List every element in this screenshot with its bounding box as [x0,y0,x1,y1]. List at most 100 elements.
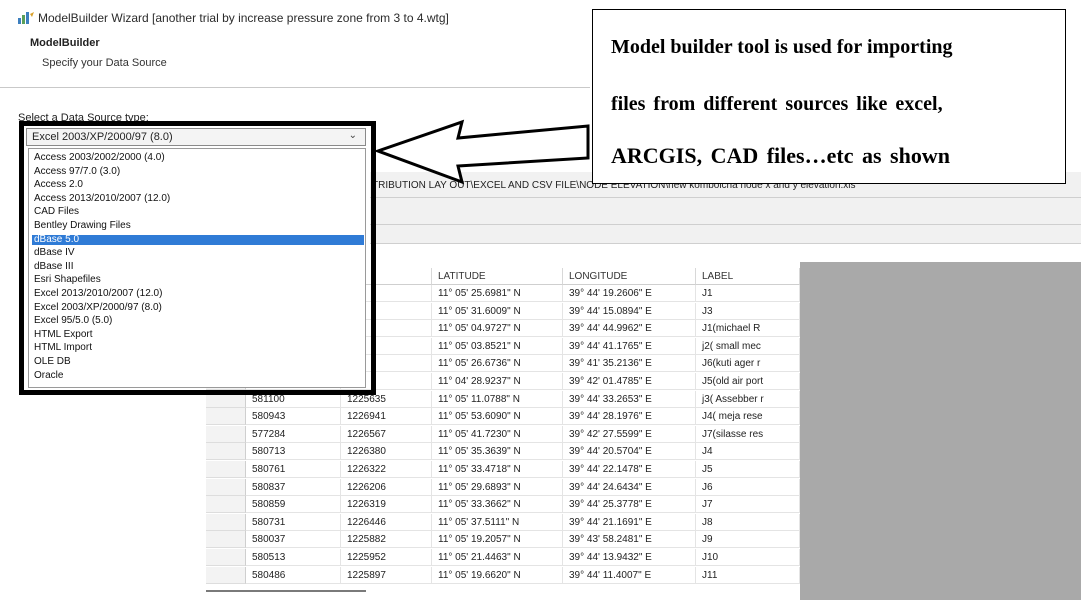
table-cell-lat[interactable]: 11° 05' 04.9727" N [432,320,563,338]
table-cell-lat[interactable]: 11° 04' 28.9237" N [432,373,563,390]
column-header-latitude[interactable]: LATITUDE [432,268,563,285]
table-cell-lat[interactable]: 11° 05' 26.6736" N [432,355,563,373]
table-cell-label[interactable]: J6 [696,478,800,496]
table-cell-lat[interactable]: 11° 05' 31.6009" N [432,302,563,320]
table-cell-lat[interactable]: 11° 05' 25.6981" N [432,285,563,302]
table-cell-lat[interactable]: 11° 05' 33.3662" N [432,496,563,514]
table-cell-lat[interactable]: 11° 05' 19.6620" N [432,566,563,584]
table-cell-lon[interactable]: 39° 44' 21.1691" E [563,513,696,531]
table-cell-label[interactable]: J3 [696,302,800,320]
table-cell-lon[interactable]: 39° 44' 11.4007" E [563,566,696,584]
table-cell-label[interactable]: j2( small mec [696,337,800,355]
table-cell-lon[interactable]: 39° 44' 22.1478" E [563,461,696,478]
table-cell-label[interactable]: J1 [696,285,800,302]
table-cell-label[interactable]: J1(michael R [696,320,800,338]
table-cell-lon[interactable]: 39° 43' 58.2481" E [563,531,696,549]
row-header[interactable] [206,549,246,566]
table-cell-lat[interactable]: 11° 05' 03.8521" N [432,337,563,355]
window-title: ModelBuilder Wizard [another trial by in… [18,11,449,25]
callout-line-2: files from different sources like excel, [611,93,943,115]
table-cell-label[interactable]: J10 [696,549,800,566]
table-cell-y[interactable]: 1226941 [341,408,432,426]
table-cell-lat[interactable]: 11° 05' 19.2057" N [432,531,563,549]
table-cell-label[interactable]: J5 [696,461,800,478]
table-cell-y[interactable]: 1226322 [341,461,432,478]
wizard-subheading: Specify your Data Source [42,57,167,69]
table-cell-y[interactable]: 1225897 [341,566,432,584]
header-divider [0,87,590,88]
divider [370,224,1081,225]
table-cell-y[interactable]: 1226319 [341,496,432,514]
table-cell-lat[interactable]: 11° 05' 29.6893" N [432,478,563,496]
table-cell-lat[interactable]: 11° 05' 21.4463" N [432,549,563,566]
table-cell-y[interactable]: 1226446 [341,513,432,531]
table-cell-x[interactable]: 580761 [246,461,341,478]
table-cell-y[interactable]: 1226380 [341,443,432,461]
grid-scrollbar-edge [206,590,366,592]
table-cell-label[interactable]: J8 [696,513,800,531]
window-title-text: ModelBuilder Wizard [another trial by in… [38,11,449,25]
table-cell-lon[interactable]: 39° 44' 20.5704" E [563,443,696,461]
row-header[interactable] [206,566,246,584]
table-cell-x[interactable]: 580943 [246,408,341,426]
row-header[interactable] [206,408,246,426]
table-cell-label[interactable]: J6(kuti ager r [696,355,800,373]
table-cell-lon[interactable]: 39° 44' 15.0894" E [563,302,696,320]
table-cell-lat[interactable]: 11° 05' 33.4718" N [432,461,563,478]
row-header[interactable] [206,531,246,549]
divider [370,243,1081,244]
table-cell-x[interactable]: 577284 [246,425,341,443]
grid-empty-area [800,262,1081,600]
table-cell-lon[interactable]: 39° 44' 24.6434" E [563,478,696,496]
divider [370,197,1081,198]
table-cell-x[interactable]: 580037 [246,531,341,549]
annotation-callout: Model builder tool is used for importing… [592,9,1066,184]
table-cell-lon[interactable]: 39° 44' 28.1976" E [563,408,696,426]
table-cell-x[interactable]: 580486 [246,566,341,584]
table-cell-lat[interactable]: 11° 05' 41.7230" N [432,425,563,443]
table-cell-lat[interactable]: 11° 05' 35.3639" N [432,443,563,461]
table-cell-x[interactable]: 580837 [246,478,341,496]
table-cell-x[interactable]: 580731 [246,513,341,531]
row-header[interactable] [206,461,246,478]
table-cell-y[interactable]: 1225952 [341,549,432,566]
table-cell-y[interactable]: 1226206 [341,478,432,496]
table-cell-lat[interactable]: 11° 05' 11.0788" N [432,390,563,408]
modelbuilder-icon [18,12,34,24]
table-cell-lon[interactable]: 39° 44' 13.9432" E [563,549,696,566]
column-header-longitude[interactable]: LONGITUDE [563,268,696,285]
table-cell-lat[interactable]: 11° 05' 53.6090" N [432,408,563,426]
table-cell-x[interactable]: 580859 [246,496,341,514]
table-cell-label[interactable]: j3( Assebber r [696,390,800,408]
table-cell-label[interactable]: J11 [696,566,800,584]
table-cell-lon[interactable]: 39° 44' 33.2653" E [563,390,696,408]
callout-arrow [374,119,590,185]
table-cell-label[interactable]: J9 [696,531,800,549]
table-cell-label[interactable]: J4 [696,443,800,461]
row-header[interactable] [206,496,246,514]
table-cell-lon[interactable]: 39° 44' 41.1765" E [563,337,696,355]
table-cell-lat[interactable]: 11° 05' 37.5111" N [432,513,563,531]
table-cell-y[interactable]: 1225882 [341,531,432,549]
table-cell-lon[interactable]: 39° 42' 27.5599" E [563,425,696,443]
table-cell-lon[interactable]: 39° 44' 25.3778" E [563,496,696,514]
table-cell-label[interactable]: J7 [696,496,800,514]
table-cell-label[interactable]: J7(silasse res [696,425,800,443]
row-header[interactable] [206,478,246,496]
table-cell-lon[interactable]: 39° 42' 01.4785" E [563,373,696,390]
table-cell-y[interactable]: 1226567 [341,425,432,443]
wizard-heading: ModelBuilder [30,37,100,49]
table-cell-lon[interactable]: 39° 44' 19.2606" E [563,285,696,302]
row-header[interactable] [206,443,246,461]
table-cell-lon[interactable]: 39° 41' 35.2136" E [563,355,696,373]
table-cell-label[interactable]: J4( meja rese [696,408,800,426]
table-cell-x[interactable]: 580513 [246,549,341,566]
highlight-frame [19,121,376,395]
row-header[interactable] [206,425,246,443]
column-header-label[interactable]: LABEL [696,268,800,285]
table-cell-lon[interactable]: 39° 44' 44.9962" E [563,320,696,338]
callout-line-1: Model builder tool is used for importing [611,36,953,58]
table-cell-x[interactable]: 580713 [246,443,341,461]
table-cell-label[interactable]: J5(old air port [696,373,800,390]
row-header[interactable] [206,513,246,531]
